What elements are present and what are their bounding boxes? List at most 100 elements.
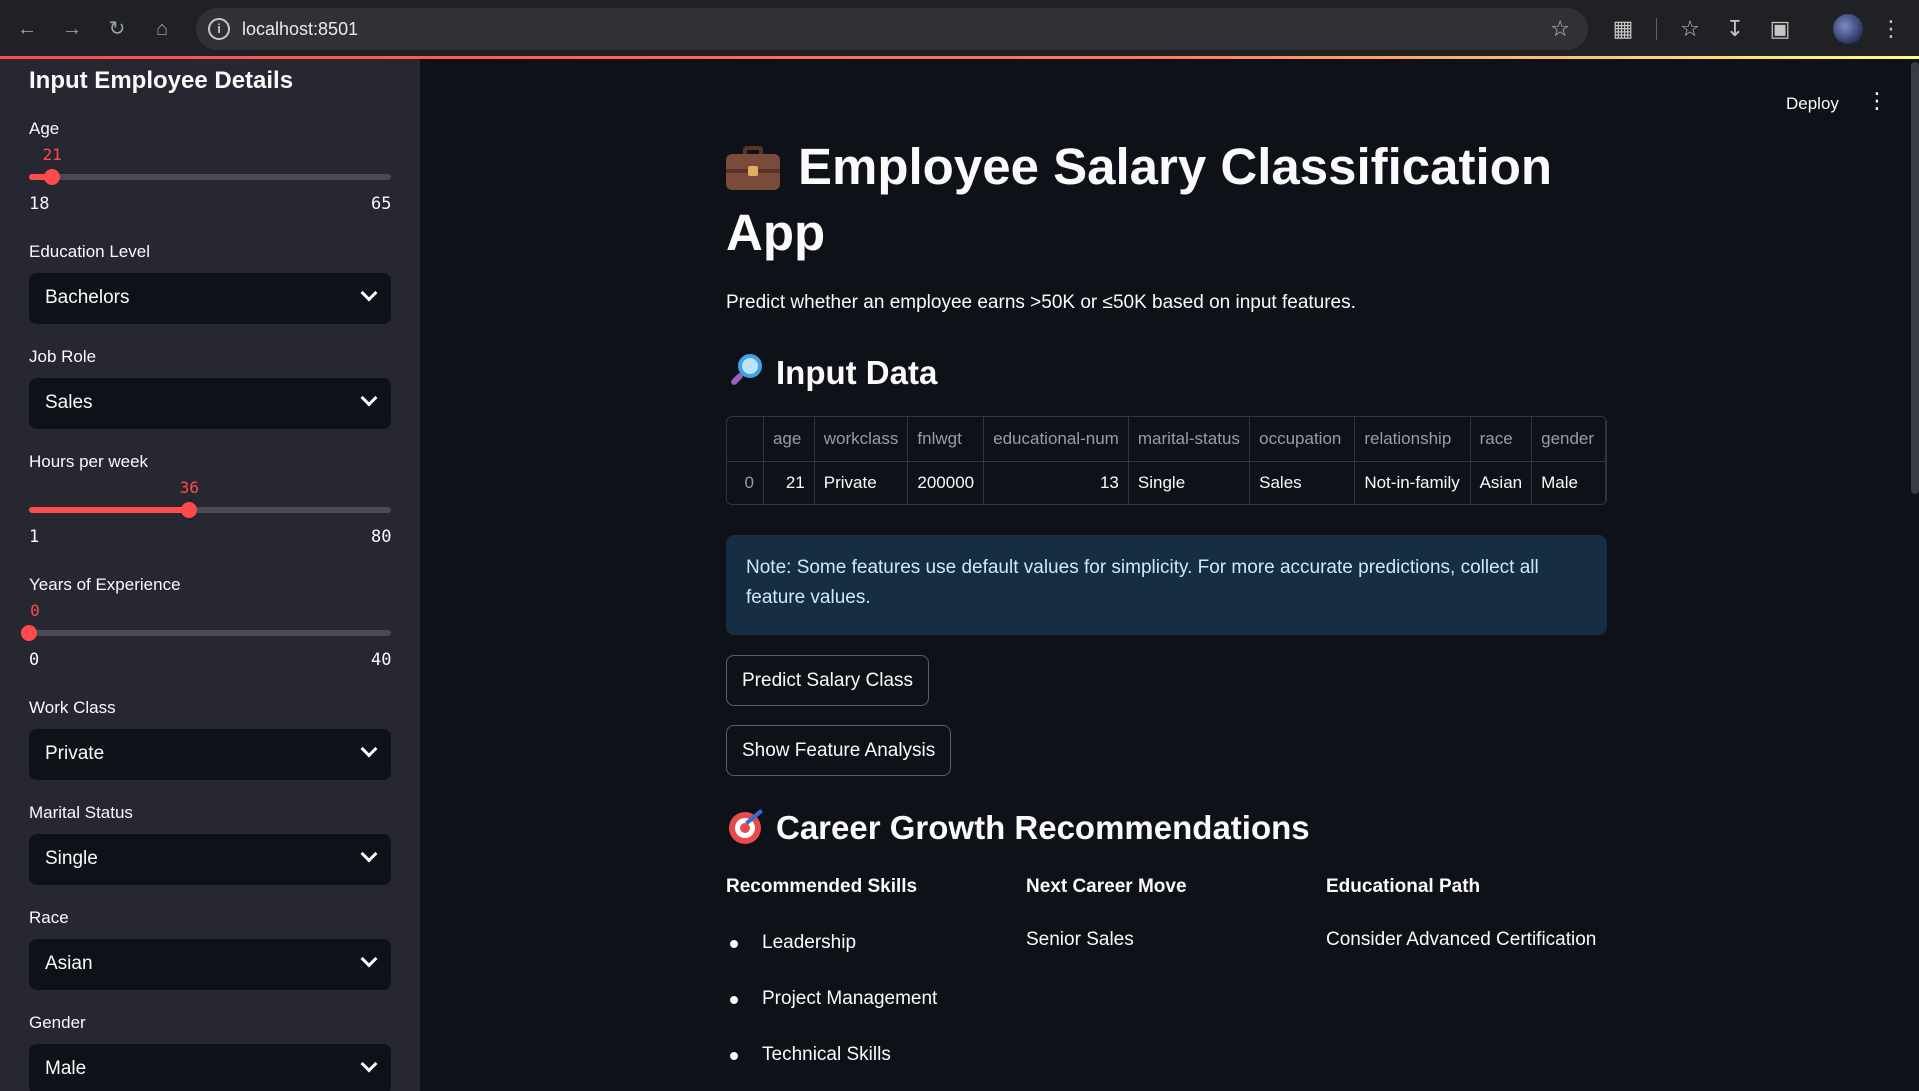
browser-toolbar: ← → ↻ ⌂ i localhost:8501 ☆ ▦ ☆ ↧ ▣ ⋮: [0, 0, 1919, 58]
gender-label: Gender: [29, 1013, 86, 1032]
recommended-skills-heading: Recommended Skills: [726, 876, 918, 897]
work-class-select[interactable]: Private: [29, 729, 391, 780]
table-header-cell[interactable]: workclass: [814, 417, 909, 462]
browser-menu-icon[interactable]: ⋮: [1880, 14, 1902, 44]
table-cell[interactable]: Asian: [1470, 461, 1533, 504]
table-header-cell[interactable]: gender: [1531, 417, 1606, 462]
education-label: Education Level: [29, 242, 150, 261]
experience-slider-thumb[interactable]: [21, 625, 37, 641]
marital-status-select[interactable]: Single: [29, 834, 391, 885]
briefcase-icon: [726, 144, 780, 190]
hours-slider[interactable]: [29, 502, 391, 518]
extensions-icon[interactable]: ▦: [1608, 14, 1638, 44]
main-menu-icon[interactable]: ⋮: [1866, 90, 1888, 112]
table-cell[interactable]: 200000: [907, 461, 985, 504]
next-career-move-value: Senior Sales: [1026, 929, 1134, 950]
work-class-select-value: Private: [45, 743, 105, 764]
chevron-down-icon: [360, 1055, 378, 1073]
hours-slider-fill: [29, 507, 190, 513]
table-header-cell[interactable]: age: [763, 417, 815, 462]
race-select-value: Asian: [45, 953, 93, 974]
marital-status-select-value: Single: [45, 848, 98, 869]
predict-salary-button[interactable]: Predict Salary Class: [726, 655, 930, 706]
job-role-select[interactable]: Sales: [29, 378, 391, 429]
page-scrollbar[interactable]: [1911, 62, 1919, 494]
table-header-cell[interactable]: fnlwgt: [907, 417, 985, 462]
skill-list-item: Project Management: [762, 988, 938, 1009]
screenshot-icon[interactable]: ▣: [1765, 14, 1795, 44]
sidebar: Input Employee Details Age 21 18 65 Educ…: [0, 59, 420, 1091]
gender-select[interactable]: Male: [29, 1044, 391, 1091]
education-select-value: Bachelors: [45, 287, 130, 308]
career-heading-text: Career Growth Recommendations: [776, 809, 1310, 846]
education-select[interactable]: Bachelors: [29, 273, 391, 324]
table-cell[interactable]: 0: [727, 461, 764, 504]
bullet-icon: [730, 996, 738, 1004]
table-header-cell[interactable]: relationship: [1354, 417, 1471, 462]
age-slider-value: 21: [42, 145, 62, 164]
table-cell[interactable]: Single: [1128, 461, 1251, 504]
deploy-button[interactable]: Deploy: [1786, 94, 1839, 114]
input-data-table[interactable]: age workclass fnlwgt educational-num mar…: [726, 416, 1607, 505]
chevron-down-icon: [360, 740, 378, 758]
forward-icon[interactable]: →: [59, 16, 85, 42]
skill-list-item: Leadership: [762, 932, 857, 953]
race-label: Race: [29, 908, 69, 927]
address-bar[interactable]: i localhost:8501 ☆: [196, 8, 1588, 50]
table-cell[interactable]: Sales: [1249, 461, 1356, 504]
table-header-cell[interactable]: marital-status: [1128, 417, 1251, 462]
table-cell[interactable]: 21: [763, 461, 815, 504]
page-title: Employee Salary Classification App: [726, 134, 1626, 266]
experience-slider-min: 0: [29, 650, 40, 670]
age-slider[interactable]: [29, 169, 391, 185]
table-header-row: age workclass fnlwgt educational-num mar…: [727, 417, 1606, 462]
chevron-down-icon: [360, 389, 378, 407]
hours-slider-max: 80: [371, 527, 392, 547]
chevron-down-icon: [360, 845, 378, 863]
age-slider-max: 65: [371, 194, 392, 214]
bullet-icon: [730, 1052, 738, 1060]
input-data-heading-text: Input Data: [776, 354, 938, 391]
magnifier-icon: [726, 352, 764, 390]
table-header-cell[interactable]: race: [1470, 417, 1533, 462]
bookmarks-icon[interactable]: ☆: [1675, 14, 1705, 44]
site-info-icon[interactable]: i: [208, 18, 230, 40]
bookmark-star-icon[interactable]: ☆: [1550, 16, 1570, 42]
job-role-label: Job Role: [29, 347, 97, 366]
race-select[interactable]: Asian: [29, 939, 391, 990]
educational-path-heading: Educational Path: [1326, 876, 1481, 897]
table-cell[interactable]: Not-in-family: [1354, 461, 1471, 504]
sidebar-title: Input Employee Details: [29, 67, 294, 94]
next-career-move-heading: Next Career Move: [1026, 876, 1187, 897]
reload-icon[interactable]: ↻: [104, 16, 130, 42]
hours-slider-thumb[interactable]: [181, 502, 198, 518]
page-subtitle: Predict whether an employee earns >50K o…: [726, 292, 1356, 313]
info-note: Note: Some features use default values f…: [726, 535, 1607, 635]
table-cell[interactable]: 13: [983, 461, 1129, 504]
back-icon[interactable]: ←: [14, 16, 40, 42]
table-header-cell[interactable]: educational-num: [983, 417, 1129, 462]
table-header-cell[interactable]: [727, 417, 764, 462]
table-header-cell[interactable]: occupation: [1249, 417, 1356, 462]
age-slider-min: 18: [29, 194, 50, 214]
table-cell[interactable]: Private: [814, 461, 909, 504]
experience-label: Years of Experience: [29, 575, 181, 594]
career-heading: Career Growth Recommendations: [726, 807, 1310, 847]
toolbar-divider: [1656, 18, 1657, 40]
table-cell[interactable]: Male: [1531, 461, 1606, 504]
gender-select-value: Male: [45, 1058, 87, 1079]
url-text[interactable]: localhost:8501: [242, 19, 358, 40]
bullet-icon: [730, 940, 738, 948]
experience-slider[interactable]: [21, 625, 391, 641]
input-data-heading: Input Data: [726, 352, 937, 392]
profile-avatar[interactable]: [1833, 14, 1863, 44]
age-slider-thumb[interactable]: [44, 169, 61, 185]
home-icon[interactable]: ⌂: [149, 16, 175, 42]
download-icon[interactable]: ↧: [1720, 14, 1750, 44]
marital-status-label: Marital Status: [29, 803, 133, 822]
hours-slider-min: 1: [29, 527, 40, 547]
page-title-text: Employee Salary Classification App: [726, 138, 1552, 261]
show-feature-analysis-button[interactable]: Show Feature Analysis: [726, 725, 952, 776]
educational-path-value: Consider Advanced Certification: [1326, 929, 1597, 950]
chevron-down-icon: [360, 284, 378, 302]
